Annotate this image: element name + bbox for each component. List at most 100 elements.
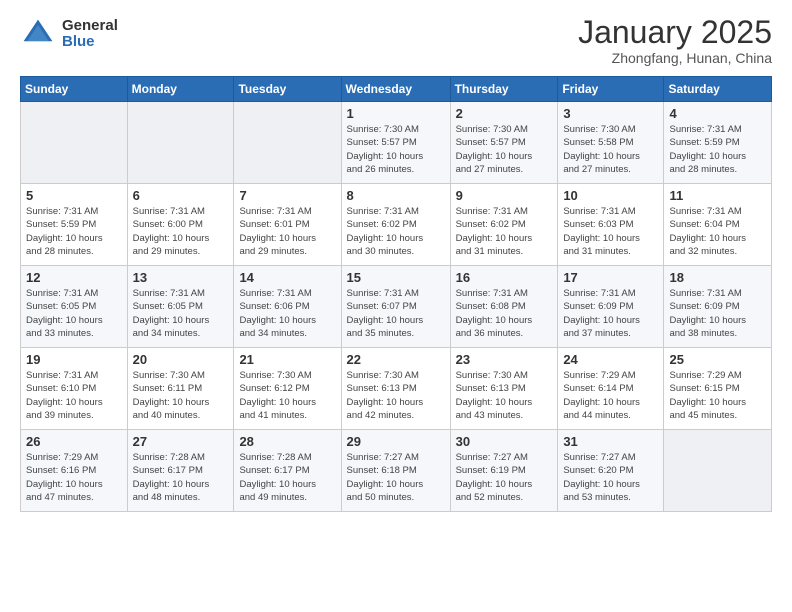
col-header-tuesday: Tuesday — [234, 77, 341, 102]
day-number: 22 — [347, 352, 445, 367]
day-number: 17 — [563, 270, 658, 285]
calendar-cell — [234, 102, 341, 184]
calendar-subtitle: Zhongfang, Hunan, China — [578, 50, 772, 66]
day-info: Sunrise: 7:31 AMSunset: 6:09 PMDaylight:… — [563, 287, 658, 340]
day-number: 19 — [26, 352, 122, 367]
day-info: Sunrise: 7:30 AMSunset: 6:11 PMDaylight:… — [133, 369, 229, 422]
calendar-cell: 18 Sunrise: 7:31 AMSunset: 6:09 PMDayligh… — [664, 266, 772, 348]
logo-general: General — [62, 18, 118, 35]
day-number: 15 — [347, 270, 445, 285]
day-info: Sunrise: 7:30 AMSunset: 5:57 PMDaylight:… — [456, 123, 553, 176]
day-info: Sunrise: 7:31 AMSunset: 6:08 PMDaylight:… — [456, 287, 553, 340]
header: General Blue January 2025 Zhongfang, Hun… — [20, 16, 772, 66]
col-header-thursday: Thursday — [450, 77, 558, 102]
day-info: Sunrise: 7:31 AMSunset: 6:03 PMDaylight:… — [563, 205, 658, 258]
calendar-cell: 28Sunrise: 7:28 AMSunset: 6:17 PMDayligh… — [234, 430, 341, 512]
calendar-cell — [127, 102, 234, 184]
day-info: Sunrise: 7:31 AMSunset: 6:00 PMDaylight:… — [133, 205, 229, 258]
day-info: Sunrise: 7:30 AMSunset: 5:57 PMDaylight:… — [347, 123, 445, 176]
logo-icon — [20, 16, 56, 52]
day-info: Sunrise: 7:31 AMSunset: 5:59 PMDaylight:… — [669, 123, 766, 176]
day-number: 6 — [133, 188, 229, 203]
day-number: 21 — [239, 352, 335, 367]
day-info: Sunrise: 7:27 AMSunset: 6:19 PMDaylight:… — [456, 451, 553, 504]
calendar-cell: 9Sunrise: 7:31 AMSunset: 6:02 PMDaylight… — [450, 184, 558, 266]
calendar-table: SundayMondayTuesdayWednesdayThursdayFrid… — [20, 76, 772, 512]
calendar-cell: 26Sunrise: 7:29 AMSunset: 6:16 PMDayligh… — [21, 430, 128, 512]
calendar-cell: 22 Sunrise: 7:30 AMSunset: 6:13 PMDayligh… — [341, 348, 450, 430]
day-info: Sunrise: 7:31 AMSunset: 6:09 PMDaylight:… — [669, 287, 766, 340]
calendar-cell: 4 Sunrise: 7:31 AMSunset: 5:59 PMDaylight… — [664, 102, 772, 184]
day-number: 28 — [239, 434, 335, 449]
col-header-friday: Friday — [558, 77, 664, 102]
day-number: 9 — [456, 188, 553, 203]
calendar-cell: 2 Sunrise: 7:30 AMSunset: 5:57 PMDaylight… — [450, 102, 558, 184]
day-info: Sunrise: 7:29 AMSunset: 6:16 PMDaylight:… — [26, 451, 122, 504]
day-number: 5 — [26, 188, 122, 203]
logo-blue: Blue — [62, 34, 118, 51]
day-info: Sunrise: 7:30 AMSunset: 6:13 PMDaylight:… — [347, 369, 445, 422]
calendar-cell: 10 Sunrise: 7:31 AMSunset: 6:03 PMDayligh… — [558, 184, 664, 266]
day-number: 12 — [26, 270, 122, 285]
day-info: Sunrise: 7:31 AMSunset: 6:01 PMDaylight:… — [239, 205, 335, 258]
day-number: 29 — [347, 434, 445, 449]
calendar-cell: 21Sunrise: 7:30 AMSunset: 6:12 PMDayligh… — [234, 348, 341, 430]
day-number: 11 — [669, 188, 766, 203]
day-number: 3 — [563, 106, 658, 121]
week-row-1: 1 Sunrise: 7:30 AMSunset: 5:57 PMDaylight… — [21, 102, 772, 184]
day-number: 10 — [563, 188, 658, 203]
col-header-monday: Monday — [127, 77, 234, 102]
day-number: 7 — [239, 188, 335, 203]
day-info: Sunrise: 7:31 AMSunset: 6:06 PMDaylight:… — [239, 287, 335, 340]
logo: General Blue — [20, 16, 118, 52]
calendar-title: January 2025 — [578, 16, 772, 48]
day-info: Sunrise: 7:30 AMSunset: 6:13 PMDaylight:… — [456, 369, 553, 422]
calendar-cell: 27Sunrise: 7:28 AMSunset: 6:17 PMDayligh… — [127, 430, 234, 512]
calendar-cell: 12Sunrise: 7:31 AMSunset: 6:05 PMDayligh… — [21, 266, 128, 348]
day-number: 30 — [456, 434, 553, 449]
day-info: Sunrise: 7:30 AMSunset: 5:58 PMDaylight:… — [563, 123, 658, 176]
calendar-cell: 31Sunrise: 7:27 AMSunset: 6:20 PMDayligh… — [558, 430, 664, 512]
day-info: Sunrise: 7:31 AMSunset: 6:10 PMDaylight:… — [26, 369, 122, 422]
day-number: 24 — [563, 352, 658, 367]
title-block: January 2025 Zhongfang, Hunan, China — [578, 16, 772, 66]
calendar-cell: 20 Sunrise: 7:30 AMSunset: 6:11 PMDayligh… — [127, 348, 234, 430]
calendar-cell: 24Sunrise: 7:29 AMSunset: 6:14 PMDayligh… — [558, 348, 664, 430]
logo-text: General Blue — [62, 18, 118, 51]
day-number: 4 — [669, 106, 766, 121]
calendar-cell — [664, 430, 772, 512]
calendar-cell: 23 Sunrise: 7:30 AMSunset: 6:13 PMDayligh… — [450, 348, 558, 430]
week-row-2: 5 Sunrise: 7:31 AMSunset: 5:59 PMDaylight… — [21, 184, 772, 266]
day-info: Sunrise: 7:27 AMSunset: 6:20 PMDaylight:… — [563, 451, 658, 504]
day-number: 27 — [133, 434, 229, 449]
calendar-cell: 7 Sunrise: 7:31 AMSunset: 6:01 PMDaylight… — [234, 184, 341, 266]
calendar-cell: 5 Sunrise: 7:31 AMSunset: 5:59 PMDaylight… — [21, 184, 128, 266]
page: General Blue January 2025 Zhongfang, Hun… — [0, 0, 792, 612]
calendar-cell: 15 Sunrise: 7:31 AMSunset: 6:07 PMDayligh… — [341, 266, 450, 348]
calendar-cell: 13 Sunrise: 7:31 AMSunset: 6:05 PMDayligh… — [127, 266, 234, 348]
calendar-cell: 30 Sunrise: 7:27 AMSunset: 6:19 PMDayligh… — [450, 430, 558, 512]
day-info: Sunrise: 7:31 AMSunset: 5:59 PMDaylight:… — [26, 205, 122, 258]
calendar-cell: 25 Sunrise: 7:29 AMSunset: 6:15 PMDayligh… — [664, 348, 772, 430]
day-number: 18 — [669, 270, 766, 285]
day-number: 16 — [456, 270, 553, 285]
day-number: 1 — [347, 106, 445, 121]
calendar-cell: 11 Sunrise: 7:31 AMSunset: 6:04 PMDayligh… — [664, 184, 772, 266]
calendar-cell: 6 Sunrise: 7:31 AMSunset: 6:00 PMDaylight… — [127, 184, 234, 266]
day-info: Sunrise: 7:31 AMSunset: 6:04 PMDaylight:… — [669, 205, 766, 258]
calendar-cell: 16 Sunrise: 7:31 AMSunset: 6:08 PMDayligh… — [450, 266, 558, 348]
day-number: 13 — [133, 270, 229, 285]
day-info: Sunrise: 7:29 AMSunset: 6:15 PMDaylight:… — [669, 369, 766, 422]
col-header-saturday: Saturday — [664, 77, 772, 102]
day-info: Sunrise: 7:27 AMSunset: 6:18 PMDaylight:… — [347, 451, 445, 504]
week-row-5: 26Sunrise: 7:29 AMSunset: 6:16 PMDayligh… — [21, 430, 772, 512]
day-number: 20 — [133, 352, 229, 367]
day-info: Sunrise: 7:31 AMSunset: 6:07 PMDaylight:… — [347, 287, 445, 340]
day-number: 25 — [669, 352, 766, 367]
col-header-sunday: Sunday — [21, 77, 128, 102]
week-row-3: 12 Sunrise: 7:31 AMSunset: 6:05 PMDayligh… — [21, 266, 772, 348]
day-number: 23 — [456, 352, 553, 367]
day-info: Sunrise: 7:31 AMSunset: 6:05 PMDaylight:… — [133, 287, 229, 340]
day-number: 2 — [456, 106, 553, 121]
col-header-wednesday: Wednesday — [341, 77, 450, 102]
